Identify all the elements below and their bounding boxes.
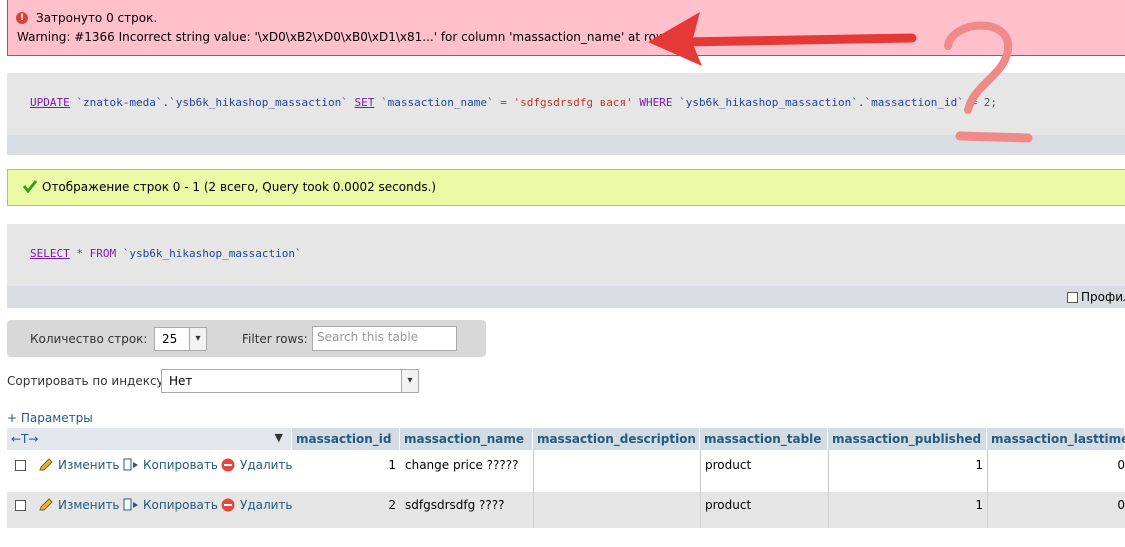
cell-massaction-id: 1 — [388, 458, 396, 472]
cell-massaction-published: 1 — [975, 498, 983, 512]
sql-keyword-set[interactable]: SET — [355, 96, 375, 109]
rows-count-label: Количество строк: — [30, 332, 148, 346]
cell-massaction-lasttime: 0 — [1117, 458, 1125, 472]
row-checkbox[interactable] — [15, 500, 26, 511]
sort-index-value: Нет — [169, 374, 193, 388]
copy-icon — [123, 498, 138, 511]
sql-column-ref: `massaction_name` — [381, 96, 494, 109]
delete-link[interactable]: Удалить — [240, 498, 293, 512]
cell-massaction-lasttime: 0 — [1117, 498, 1125, 512]
select-query-footer — [7, 286, 1125, 308]
sql-star: * — [76, 247, 83, 260]
sql-table-ref: `znatok-meda`.`ysb6k_hikashop_massaction… — [76, 96, 348, 109]
copy-link[interactable]: Копировать — [143, 458, 218, 472]
column-header-massaction-id[interactable]: massaction_id — [292, 428, 400, 450]
edit-link[interactable]: Изменить — [58, 498, 120, 512]
sort-index-select[interactable]: Нет ▾ — [161, 369, 419, 393]
sql-where-column: `ysb6k_hikashop_massaction`.`massaction_… — [679, 96, 964, 109]
copy-link[interactable]: Копировать — [143, 498, 218, 512]
annotation-question-mark-icon — [944, 21, 1033, 143]
chevron-down-icon: ▾ — [401, 370, 418, 392]
success-text: Отображение строк 0 - 1 (2 всего, Query … — [42, 180, 437, 194]
cell-massaction-table: product — [705, 498, 752, 512]
sql-keyword-update[interactable]: UPDATE — [30, 96, 70, 109]
delete-icon — [221, 458, 235, 472]
profiling-checkbox[interactable] — [1067, 292, 1078, 303]
sort-index-label: Сортировать по индексу: — [7, 374, 168, 388]
copy-icon — [123, 458, 138, 471]
filter-rows-label: Filter rows: — [242, 332, 308, 346]
error-warning-text: Warning: #1366 Incorrect string value: '… — [17, 30, 678, 44]
sql-keyword-where: WHERE — [639, 96, 673, 109]
checkmark-icon — [23, 180, 37, 193]
cell-massaction-id: 2 — [388, 498, 396, 512]
rows-count-value: 25 — [162, 332, 178, 346]
sql-table-ref: `ysb6k_hikashop_massaction` — [122, 247, 302, 260]
params-link[interactable]: + Параметры — [7, 411, 93, 425]
cell-massaction-name: sdfgsdrsdfg ???? — [405, 498, 505, 512]
sql-keyword-select[interactable]: SELECT — [30, 247, 70, 260]
sql-operator: = — [500, 96, 507, 109]
column-divider — [700, 450, 701, 528]
cell-massaction-table: product — [705, 458, 752, 472]
chevron-down-icon: ▾ — [189, 328, 206, 350]
delete-link[interactable]: Удалить — [240, 458, 293, 472]
cell-massaction-published: 1 — [975, 458, 983, 472]
column-header-massaction-table[interactable]: massaction_table — [700, 428, 828, 450]
error-title: Затронуто 0 строк. — [36, 11, 158, 25]
pencil-icon — [39, 458, 53, 471]
search-table-input[interactable]: Search this table — [312, 326, 457, 351]
column-divider — [987, 450, 988, 528]
column-divider — [533, 450, 534, 528]
column-divider — [828, 450, 829, 528]
pencil-icon — [39, 498, 53, 511]
profiling-label: Профил — [1081, 290, 1125, 304]
column-header-massaction-name[interactable]: massaction_name — [400, 428, 533, 450]
column-header-massaction-published[interactable]: massaction_published — [828, 428, 987, 450]
sort-dropdown-icon[interactable]: ▼ — [275, 431, 283, 444]
sql-string-value: 'sdfgsdrsdfg вася' — [513, 96, 633, 109]
edit-link[interactable]: Изменить — [58, 458, 120, 472]
update-query-code: UPDATE `znatok-meda`.`ysb6k_hikashop_mas… — [30, 96, 997, 109]
sql-keyword-from: FROM — [89, 247, 117, 260]
select-query-code: SELECT * FROM `ysb6k_hikashop_massaction… — [30, 247, 302, 260]
error-icon: ! — [16, 12, 28, 24]
rows-count-select[interactable]: 25 ▾ — [154, 327, 207, 351]
annotation-arrow-icon — [648, 12, 917, 66]
column-nav-arrows-icon[interactable]: ←T→ — [11, 432, 38, 446]
cell-massaction-name: change price ????? — [405, 458, 519, 472]
actions-header: ←T→ ▼ — [7, 428, 292, 450]
row-checkbox[interactable] — [15, 460, 26, 471]
column-header-massaction-lasttime[interactable]: massaction_lasttime — [987, 428, 1125, 450]
delete-icon — [221, 498, 235, 512]
column-header-massaction-description[interactable]: massaction_description — [533, 428, 700, 450]
